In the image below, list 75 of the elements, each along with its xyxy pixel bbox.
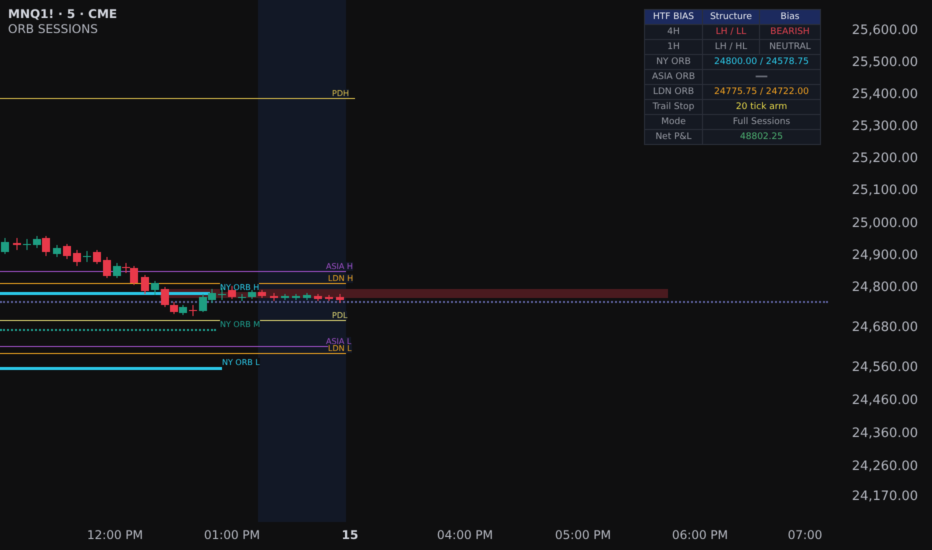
candle (13, 238, 21, 250)
level-label: LDN H (328, 274, 354, 283)
candle (141, 274, 149, 294)
row-value: 48802.25 (739, 131, 784, 144)
time-label: 01:00 PM (204, 528, 260, 542)
candle (314, 294, 322, 302)
candle (53, 244, 61, 258)
price-label: 25,300.00 (852, 119, 918, 134)
price-label: 24,680.00 (852, 320, 918, 335)
level-label: NY ORB H (220, 283, 260, 292)
candle (258, 290, 266, 298)
symbol-title: MNQ1! · 5 · CME (8, 7, 118, 21)
candle (292, 294, 300, 300)
price-label: 24,460.00 (852, 393, 918, 408)
panel-header: HTF BIAS (645, 10, 703, 24)
price-label: 24,360.00 (852, 426, 918, 441)
candle (248, 290, 256, 300)
time-label: 07:00 (788, 528, 822, 542)
candle (1, 238, 9, 254)
candle (325, 294, 333, 302)
price-label: 25,600.00 (852, 23, 918, 38)
candle (93, 250, 101, 264)
row-label: ASIA ORB (645, 70, 703, 84)
time-label: 06:00 PM (672, 528, 728, 542)
indicator-title: ORB SESSIONS (8, 22, 99, 36)
candle (83, 250, 91, 262)
panel-header: Bias (780, 11, 800, 24)
candle (336, 294, 344, 304)
row-label: Net P&L (645, 130, 703, 144)
level-label: NY ORB M (220, 320, 260, 329)
price-label: 25,200.00 (852, 151, 918, 166)
candle (270, 292, 278, 302)
row-value: 24800.00 / 24578.75 (713, 56, 810, 69)
price-label: 25,500.00 (852, 55, 918, 70)
candle (281, 294, 289, 300)
time-label: 12:00 PM (87, 528, 143, 542)
row-value: 20 tick arm (734, 101, 788, 114)
row-value: — (754, 70, 769, 84)
price-label: 24,900.00 (852, 248, 918, 263)
row-value: BEARISH (769, 26, 811, 39)
row-label: 4H (645, 25, 703, 39)
candle (189, 304, 197, 316)
row-value: NEUTRAL (768, 41, 812, 54)
row-label: LDN ORB (645, 85, 703, 99)
level-label: PDH (332, 89, 349, 98)
panel-header: Structure (703, 10, 760, 24)
candle (63, 244, 71, 260)
price-label: 25,400.00 (852, 87, 918, 102)
candle (103, 256, 111, 278)
row-value: LH / LL (703, 25, 760, 39)
row-value: Full Sessions (732, 116, 792, 129)
time-label: 05:00 PM (555, 528, 611, 542)
row-value: LH / HL (703, 40, 760, 54)
row-label: NY ORB (645, 55, 703, 69)
price-label: 24,560.00 (852, 360, 918, 375)
candle (73, 250, 81, 266)
candle (303, 292, 311, 300)
price-label: 25,100.00 (852, 183, 918, 198)
level-label: ASIA H (326, 262, 353, 271)
level-label: PDL (332, 311, 348, 320)
price-label: 24,170.00 (852, 489, 918, 504)
candle (151, 280, 159, 296)
level-label: LDN L (328, 344, 352, 353)
row-value: 24775.75 / 24722.00 (713, 86, 810, 99)
price-label: 24,260.00 (852, 459, 918, 474)
time-label: 04:00 PM (437, 528, 493, 542)
row-label: 1H (645, 40, 703, 54)
time-label: 15 (342, 528, 358, 542)
price-label: 25,000.00 (852, 216, 918, 231)
row-label: Trail Stop (645, 100, 703, 114)
row-label: Mode (645, 115, 703, 129)
price-label: 24,800.00 (852, 280, 918, 295)
candle (23, 238, 31, 250)
level-label: NY ORB L (222, 358, 260, 367)
candle (238, 294, 246, 302)
